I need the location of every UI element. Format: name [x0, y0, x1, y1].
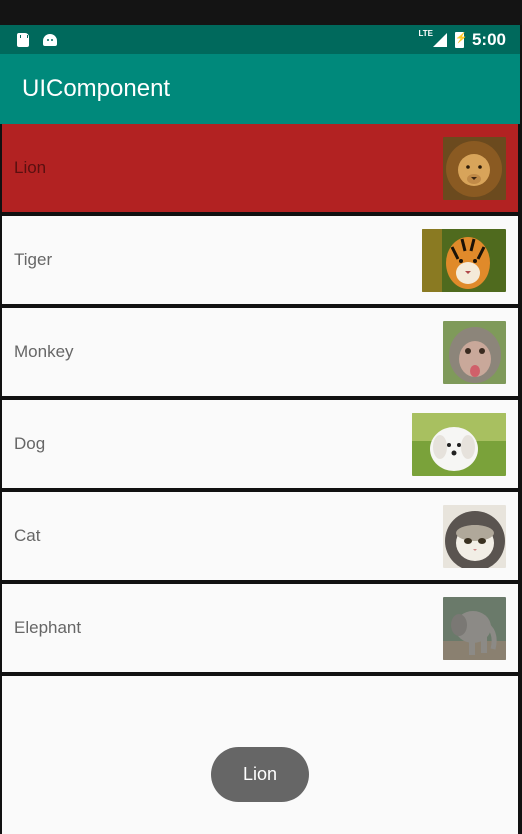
animal-list[interactable]: Lion Tiger Monkey Dog Cat Elephant — [2, 124, 518, 676]
device-bezel — [0, 0, 522, 25]
clock: 5:00 — [471, 29, 506, 49]
network-type: LTE — [418, 29, 433, 38]
list-item-label: Elephant — [14, 618, 82, 637]
battery-charging-icon — [454, 31, 467, 48]
elephant-photo — [443, 596, 506, 660]
app-bar: UIComponent — [0, 54, 520, 124]
dog-photo — [412, 412, 506, 476]
app-title: UIComponent — [22, 75, 171, 102]
list-item-label: Monkey — [14, 342, 74, 361]
toast-message: Lion — [211, 747, 309, 802]
list-item-cat[interactable]: Cat — [2, 492, 518, 580]
signal-icon — [432, 32, 447, 47]
list-item-label: Tiger — [14, 250, 53, 269]
android-debug-icon — [43, 33, 57, 46]
cat-photo — [443, 504, 506, 568]
list-item-label: Lion — [14, 158, 47, 177]
sd-card-icon — [17, 32, 29, 47]
list-item-elephant[interactable]: Elephant — [2, 584, 518, 672]
monkey-photo — [443, 320, 506, 384]
list-item-monkey[interactable]: Monkey — [2, 308, 518, 396]
tiger-photo — [422, 228, 506, 292]
list-item-label: Dog — [14, 434, 46, 453]
list-item-tiger[interactable]: Tiger — [2, 216, 518, 304]
status-bar: LTE 5:00 — [0, 25, 520, 54]
lion-photo — [443, 136, 506, 200]
list-item-label: Cat — [14, 526, 41, 545]
list-item-dog[interactable]: Dog — [2, 400, 518, 488]
list-item-lion[interactable]: Lion — [2, 124, 518, 212]
